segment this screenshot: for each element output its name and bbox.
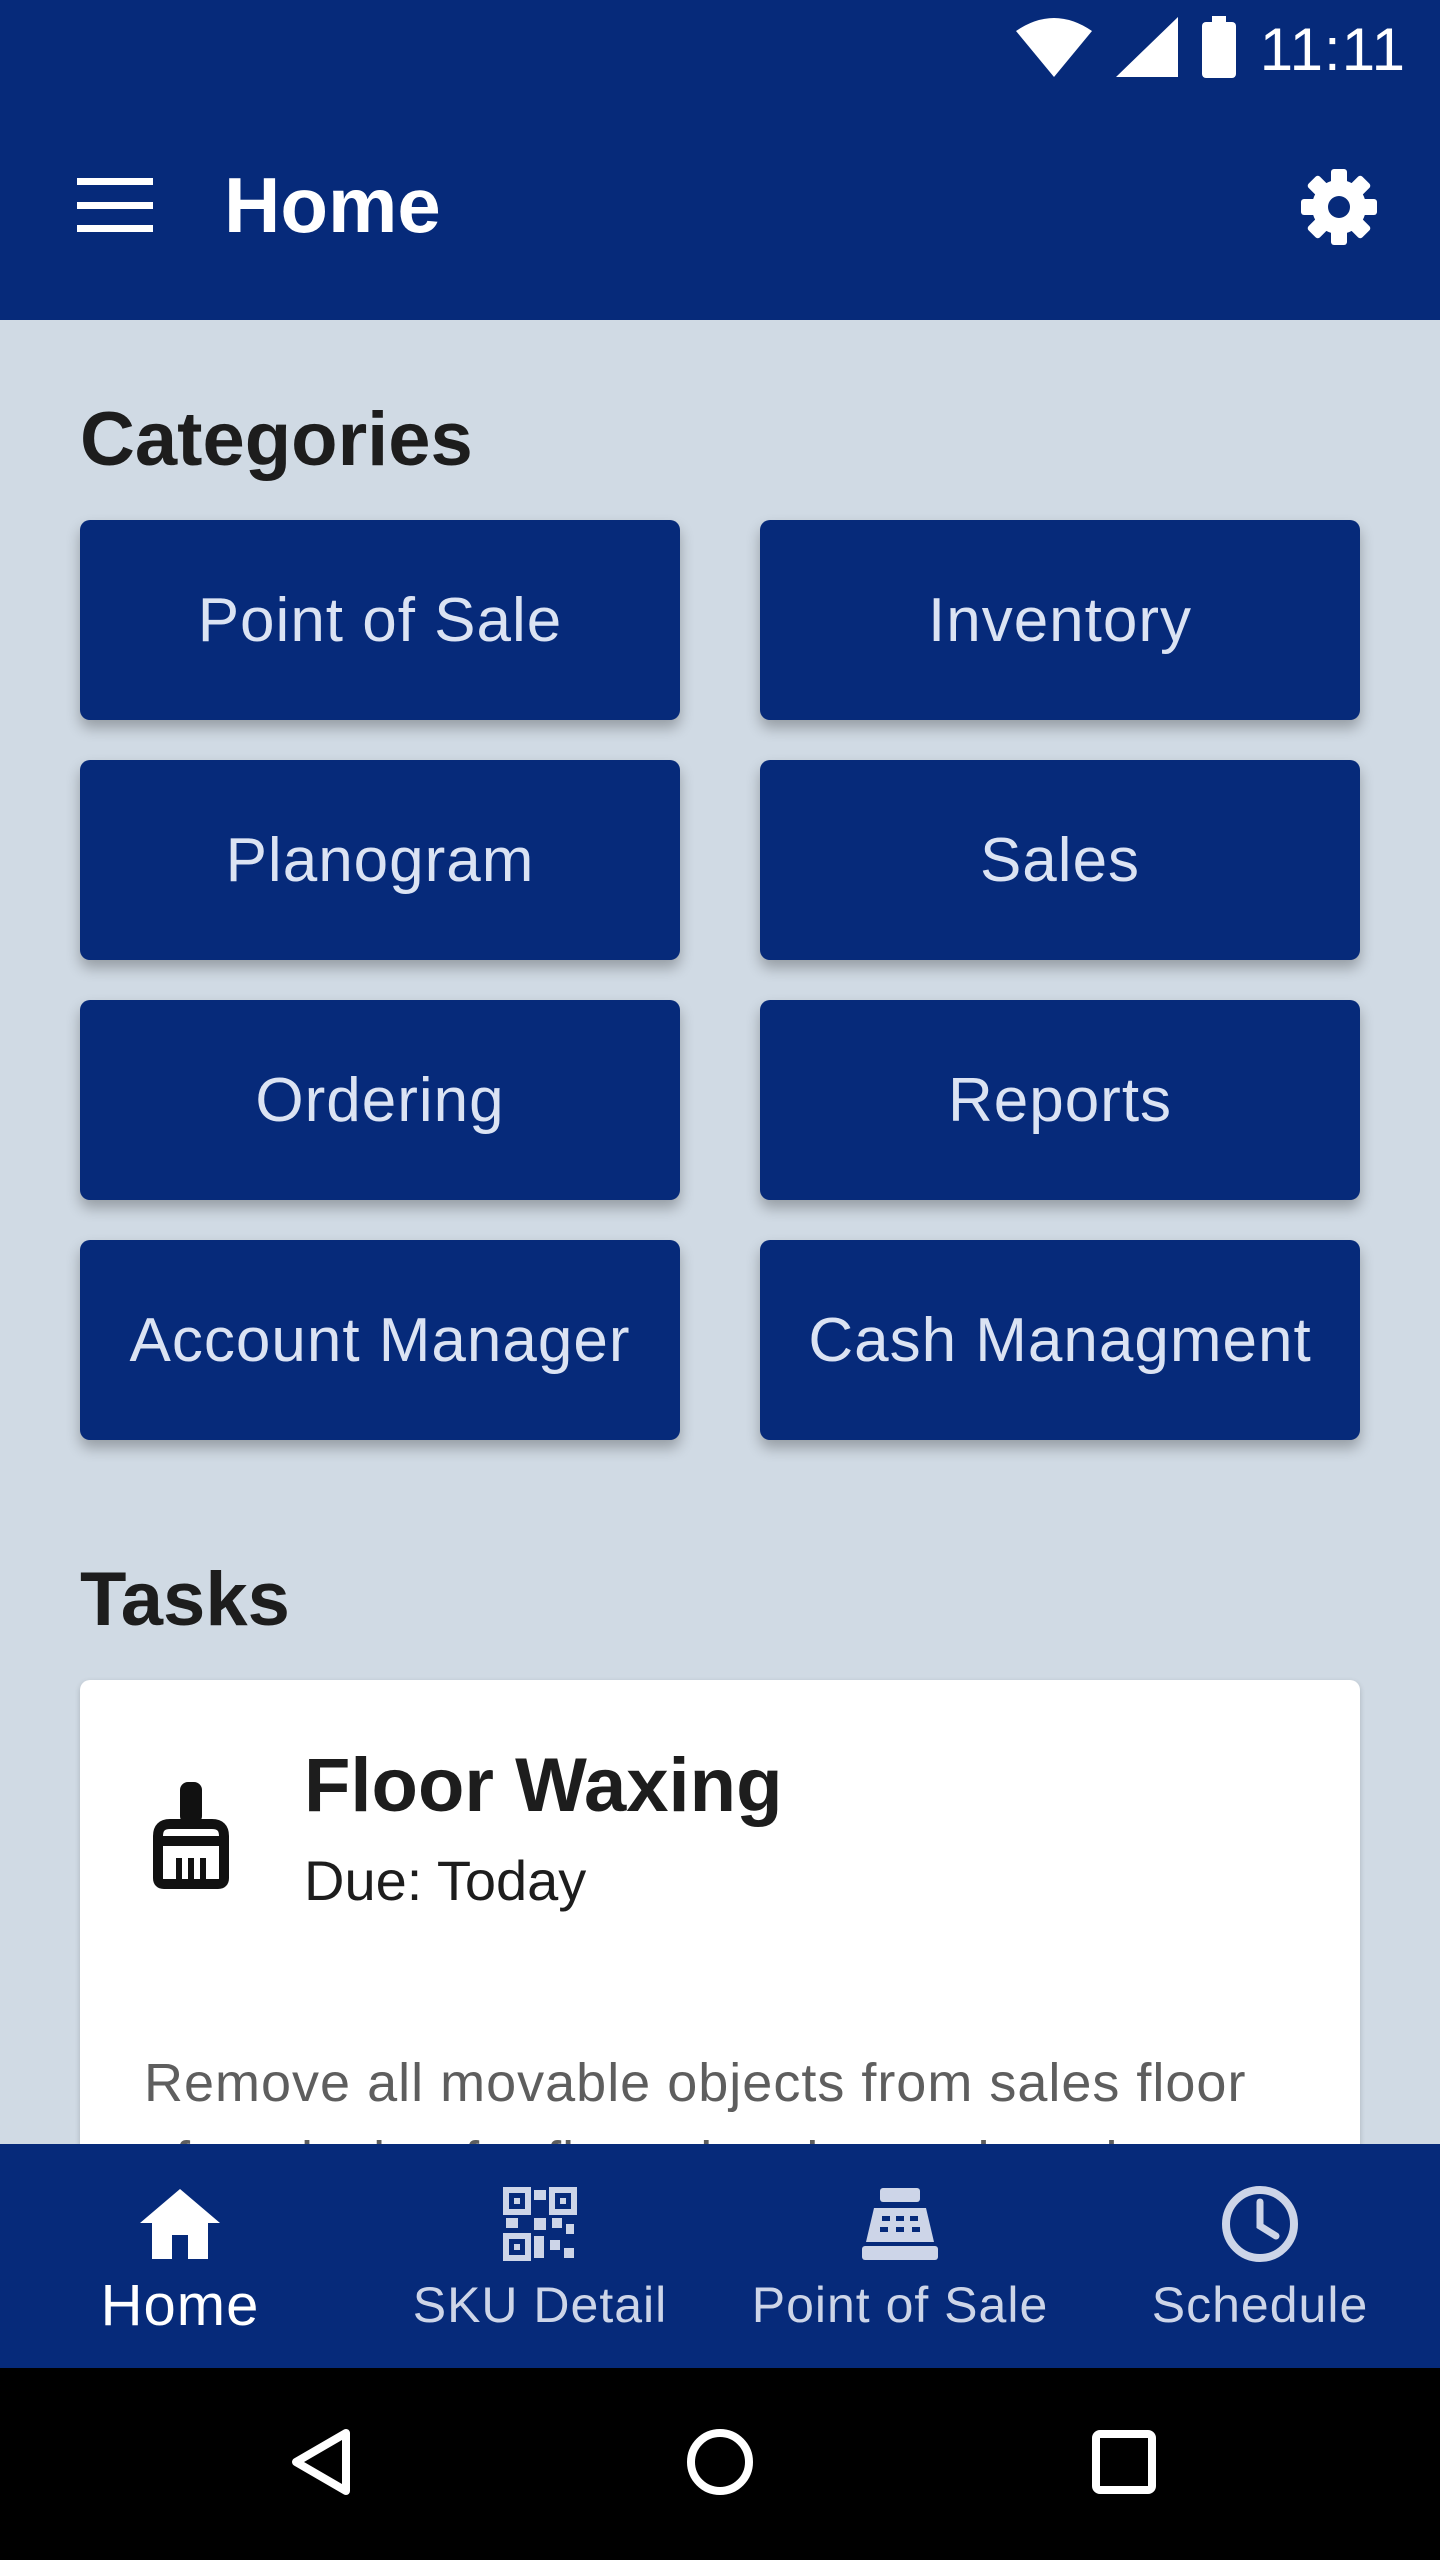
- nav-sku-detail-label: SKU Detail: [412, 2277, 668, 2333]
- nav-point-of-sale-label: Point of Sale: [751, 2277, 1049, 2333]
- settings-button[interactable]: [1284, 154, 1394, 264]
- wifi-icon: [1015, 17, 1092, 82]
- status-icons: 11:11: [1015, 14, 1406, 84]
- nav-schedule-label: Schedule: [1151, 2277, 1369, 2333]
- category-sales-button[interactable]: Sales: [760, 760, 1360, 960]
- nav-home[interactable]: Home: [0, 2144, 360, 2368]
- bottom-navigation: Home SKU Detail Point of Sale Schedule: [0, 2144, 1440, 2368]
- back-triangle-icon: [288, 2427, 352, 2502]
- category-cash-management-button[interactable]: Cash Managment: [760, 1240, 1360, 1440]
- broom-icon: [150, 1780, 240, 1890]
- system-navigation-bar: [0, 2368, 1440, 2560]
- category-planogram-button[interactable]: Planogram: [80, 760, 680, 960]
- task-card[interactable]: Floor Waxing Due: Today Remove all movab…: [80, 1680, 1360, 2144]
- task-title: Floor Waxing: [304, 1743, 783, 1828]
- page-title: Home: [224, 161, 441, 249]
- app-bar: Home: [0, 98, 1440, 320]
- main-content[interactable]: Categories Point of Sale Inventory Plano…: [0, 320, 1440, 2144]
- categories-grid: Point of Sale Inventory Planogram Sales …: [80, 520, 1360, 1440]
- recents-square-icon: [1091, 2429, 1157, 2500]
- category-ordering-button[interactable]: Ordering: [80, 1000, 680, 1200]
- task-description: Remove all movable objects from sales fl…: [144, 2053, 1247, 2144]
- menu-button[interactable]: [60, 152, 170, 262]
- qr-code-icon: [498, 2182, 582, 2266]
- category-account-manager-button[interactable]: Account Manager: [80, 1240, 680, 1440]
- category-point-of-sale-button[interactable]: Point of Sale: [80, 520, 680, 720]
- category-inventory-button[interactable]: Inventory: [760, 520, 1360, 720]
- tasks-heading: Tasks: [80, 1557, 290, 1642]
- category-reports-button[interactable]: Reports: [760, 1000, 1360, 1200]
- nav-home-label: Home: [100, 2273, 260, 2338]
- home-icon: [138, 2182, 222, 2266]
- nav-schedule[interactable]: Schedule: [1080, 2144, 1440, 2368]
- categories-heading: Categories: [80, 397, 473, 482]
- nav-sku-detail[interactable]: SKU Detail: [360, 2144, 720, 2368]
- battery-icon: [1201, 15, 1236, 83]
- hamburger-menu-icon: [77, 177, 153, 237]
- nav-point-of-sale[interactable]: Point of Sale: [720, 2144, 1080, 2368]
- task-due-date: Due: Today: [304, 1849, 587, 1912]
- system-home-button[interactable]: [670, 2414, 770, 2514]
- cell-signal-icon: [1115, 16, 1178, 82]
- system-back-button[interactable]: [270, 2414, 370, 2514]
- cash-register-icon: [858, 2182, 942, 2266]
- status-time: 11:11: [1259, 15, 1406, 83]
- gear-icon: [1299, 167, 1379, 252]
- clock-icon: [1218, 2182, 1302, 2266]
- home-circle-icon: [685, 2427, 755, 2502]
- status-bar: 11:11: [0, 0, 1440, 98]
- system-recents-button[interactable]: [1074, 2414, 1174, 2514]
